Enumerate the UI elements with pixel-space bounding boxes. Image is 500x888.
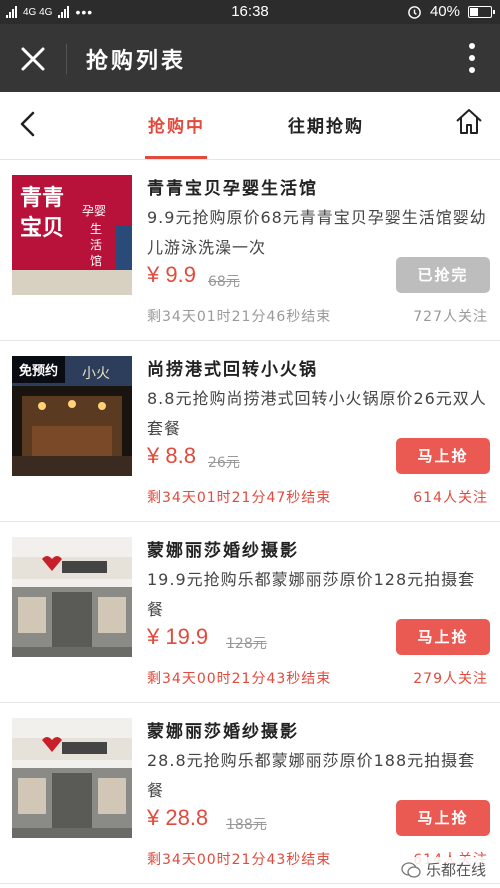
deal-price: ¥ 9.9 [147,262,196,287]
page-title: 抢购列表 [86,49,187,74]
deal-description: 8.8元抢购尚捞港式回转小火锅原价26元双人套餐 [147,389,487,438]
deal-item[interactable]: 青青 宝贝 孕婴 生 活 馆 青青宝贝孕婴生活馆 9.9元抢购原价68元青青宝贝… [0,160,500,341]
battery-percent: 40% [429,3,460,20]
tab-ongoing[interactable]: 抢购中 [148,112,205,137]
deal-follow-count: 279人关注 [413,671,488,687]
deal-original-price: 128元 [226,636,267,652]
deal-item[interactable]: 小火 免预约 尚捞港式回转小火锅 8.8元抢购尚捞港式回转小火锅原价26元双人套… [0,341,500,522]
tab-bar: 抢购中 往期抢购 [0,92,500,160]
deal-price: ¥ 28.8 [147,805,209,830]
svg-text:宝贝: 宝贝 [20,215,64,241]
deal-countdown: 剩34天01时21分46秒结束 [147,309,332,325]
battery-icon [468,5,495,18]
store-photo-image: 青青 宝贝 孕婴 生 活 馆 [12,175,132,295]
deal-original-price: 26元 [208,455,240,471]
deal-follow-count: 614人关注 [413,490,488,506]
svg-text:生: 生 [90,222,102,236]
deal-list: 青青 宝贝 孕婴 生 活 馆 青青宝贝孕婴生活馆 9.9元抢购原价68元青青宝贝… [0,160,500,884]
store-photo-image [12,718,132,838]
deal-name: 青青宝贝孕婴生活馆 [147,179,318,199]
close-icon[interactable] [18,44,48,74]
tab-past[interactable]: 往期抢购 [288,112,364,137]
home-icon[interactable] [454,106,484,136]
wechat-icon [401,861,421,878]
deal-original-price: 68元 [208,274,240,290]
tab-active-indicator [145,156,207,159]
buy-now-button[interactable]: 马上抢 [396,800,490,836]
deal-countdown: 剩34天00时21分43秒结束 [147,671,332,687]
title-bar: 抢购列表 [0,24,500,92]
battery-fill [470,7,478,16]
buy-now-button[interactable]: 马上抢 [396,619,490,655]
svg-text:青青: 青青 [20,186,64,211]
deal-original-price: 188元 [226,817,267,833]
status-bar: 4G 4G ••• 16:38 40% [0,0,500,24]
buy-now-button[interactable]: 马上抢 [396,438,490,474]
back-icon[interactable] [16,110,38,138]
deal-thumbnail [12,537,132,657]
deal-countdown: 剩34天00时21分43秒结束 [147,852,332,868]
svg-text:小火: 小火 [82,366,110,382]
alarm-icon [408,6,421,19]
deal-description: 19.9元抢购乐都蒙娜丽莎原价128元拍摄套餐 [147,570,476,619]
title-divider [66,44,67,74]
deal-price: ¥ 19.9 [147,624,209,649]
sold-out-button[interactable]: 已抢完 [396,257,490,293]
more-menu-icon[interactable] [468,42,476,74]
watermark-text: 乐都在线 [425,861,486,879]
deal-name: 蒙娜丽莎婚纱摄影 [147,541,299,561]
deal-description: 9.9元抢购原价68元青青宝贝孕婴生活馆婴幼儿游泳洗澡一次 [147,208,487,257]
no-reservation-badge: 免预约 [12,356,66,383]
deal-item[interactable]: 蒙娜丽莎婚纱摄影 19.9元抢购乐都蒙娜丽莎原价128元拍摄套餐 ¥ 19.9 … [0,522,500,703]
deal-follow-count: 727人关注 [413,309,488,325]
deal-thumbnail: 青青 宝贝 孕婴 生 活 馆 [12,175,132,295]
deal-name: 蒙娜丽莎婚纱摄影 [147,722,299,742]
deal-thumbnail: 小火 免预约 [12,356,132,476]
status-right: 40% [407,3,495,20]
deal-countdown: 剩34天01时21分47秒结束 [147,490,332,506]
store-photo-image [12,537,132,657]
deal-name: 尚捞港式回转小火锅 [147,360,318,380]
svg-text:活: 活 [90,238,102,252]
deal-description: 28.8元抢购乐都蒙娜丽莎原价188元拍摄套餐 [147,751,476,800]
deal-price: ¥ 8.8 [147,443,196,468]
source-watermark: 乐都在线 [396,857,490,882]
svg-text:馆: 馆 [90,253,102,268]
svg-text:孕婴: 孕婴 [82,204,106,218]
deal-thumbnail [12,718,132,838]
